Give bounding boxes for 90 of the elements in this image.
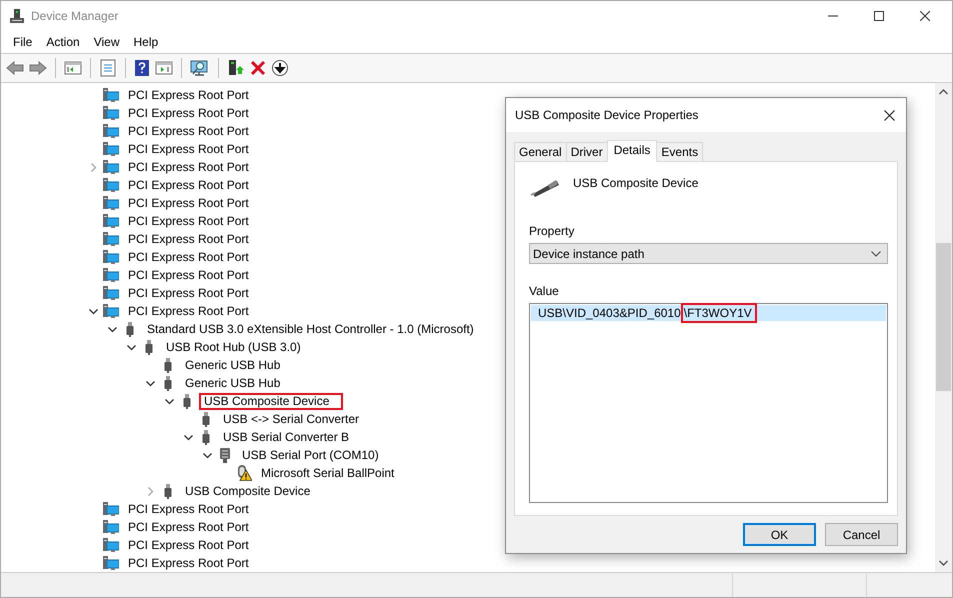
tab[interactable]: General <box>514 142 567 161</box>
tree-item[interactable]: Standard USB 3.0 eXtensible Host Controller - 1.0 (Microsoft) <box>142 320 479 338</box>
expanded-chevron-icon[interactable] <box>202 450 212 460</box>
computer-monitor-icon <box>103 556 119 570</box>
window-title: Device Manager <box>31 9 118 23</box>
tree-item[interactable]: PCI Express Root Port <box>123 302 254 320</box>
maximize-icon[interactable] <box>874 11 884 21</box>
tree-item[interactable]: PCI Express Root Port <box>123 122 254 140</box>
menu-item[interactable]: Help <box>126 33 166 51</box>
menu-item[interactable]: Action <box>39 33 87 51</box>
computer-monitor-icon <box>103 502 119 516</box>
computer-monitor-icon <box>103 214 119 228</box>
warning-mouse-icon <box>236 465 252 481</box>
vertical-scrollbar[interactable] <box>935 83 952 572</box>
tree-item[interactable]: USB Serial Converter B <box>218 428 354 446</box>
expanded-chevron-icon[interactable] <box>88 306 98 316</box>
tree-item[interactable]: Generic USB Hub <box>180 374 286 392</box>
dialog-button[interactable]: Cancel <box>825 523 898 546</box>
tab[interactable]: Details <box>606 140 658 162</box>
tree-item[interactable]: PCI Express Root Port <box>123 86 254 104</box>
tree-item[interactable]: PCI Express Root Port <box>123 248 254 266</box>
tree-item[interactable]: PCI Express Root Port <box>123 194 254 212</box>
tree-item[interactable]: PCI Express Root Port <box>123 158 254 176</box>
tree-item[interactable]: PCI Express Root Port <box>123 554 254 572</box>
tree-item[interactable]: PCI Express Root Port <box>123 176 254 194</box>
computer-monitor-icon <box>103 160 119 174</box>
disable-device-icon[interactable] <box>271 59 289 77</box>
tree-item[interactable]: USB Root Hub (USB 3.0) <box>161 338 306 356</box>
computer-monitor-icon <box>103 88 119 102</box>
computer-monitor-icon <box>103 142 119 156</box>
expanded-chevron-icon[interactable] <box>164 396 174 406</box>
update-driver-icon[interactable] <box>227 59 245 77</box>
tree-item[interactable]: PCI Express Root Port <box>123 140 254 158</box>
device-manager-icon <box>9 8 25 24</box>
computer-monitor-icon <box>103 196 119 210</box>
tree-item[interactable]: USB Serial Port (COM10) <box>237 446 384 464</box>
value-row[interactable]: USB\VID_0403&PID_6010 \FT3WOY1V <box>531 305 886 321</box>
menu-item[interactable]: File <box>6 33 40 51</box>
device-name: USB Composite Device <box>573 176 698 190</box>
back-arrow-icon[interactable] <box>6 60 24 76</box>
dialog-button[interactable]: OK <box>743 523 816 546</box>
tree-item[interactable]: PCI Express Root Port <box>123 212 254 230</box>
expanded-chevron-icon[interactable] <box>126 342 136 352</box>
scroll-down-icon[interactable] <box>939 560 948 566</box>
tree-item[interactable]: USB Composite Device <box>180 482 316 500</box>
scrollbar-thumb[interactable] <box>936 243 951 391</box>
property-dropdown[interactable]: Device instance path <box>529 243 888 264</box>
computer-monitor-icon <box>103 178 119 192</box>
tree-item[interactable]: PCI Express Root Port <box>123 230 254 248</box>
tree-item[interactable]: Generic USB Hub <box>180 356 286 374</box>
computer-monitor-icon <box>103 250 119 264</box>
tree-item[interactable]: Microsoft Serial BallPoint <box>256 464 400 482</box>
computer-monitor-icon <box>103 538 119 552</box>
computer-monitor-icon <box>103 268 119 282</box>
computer-monitor-icon <box>103 304 119 318</box>
computer-monitor-icon <box>103 286 119 300</box>
expanded-chevron-icon[interactable] <box>146 378 154 388</box>
tree-item[interactable]: USB Composite Device <box>199 392 344 410</box>
caret-icon <box>871 250 881 256</box>
computer-monitor-icon <box>103 106 119 120</box>
tab[interactable]: Events <box>656 142 704 161</box>
serial-port-icon <box>217 448 233 462</box>
tree-item[interactable]: USB <-> Serial Converter <box>218 410 364 428</box>
computer-monitor-icon <box>103 124 119 138</box>
monitor-magnifier-icon[interactable] <box>190 59 210 77</box>
expanded-chevron-icon[interactable] <box>108 324 116 334</box>
expanded-chevron-icon[interactable] <box>184 432 192 442</box>
value-text: USB\VID_0403&PID_6010 <box>538 306 681 320</box>
action-pane-icon[interactable] <box>155 60 173 76</box>
field-label: Value <box>529 284 560 298</box>
menu-item[interactable]: View <box>86 33 126 51</box>
tree-item[interactable]: PCI Express Root Port <box>123 518 254 536</box>
close-icon[interactable] <box>920 11 930 21</box>
dialog-title: USB Composite Device Properties <box>515 108 698 122</box>
tree-item[interactable]: PCI Express Root Port <box>123 500 254 518</box>
highlighted-value-text: \FT3WOY1V <box>680 303 757 323</box>
forward-arrow-icon[interactable] <box>29 60 47 76</box>
console-tree-icon[interactable] <box>64 60 82 76</box>
help-icon[interactable] <box>134 59 150 77</box>
computer-monitor-icon <box>103 232 119 246</box>
tree-item[interactable]: PCI Express Root Port <box>123 104 254 122</box>
computer-monitor-icon <box>103 520 119 534</box>
field-label: Property <box>529 224 576 238</box>
uninstall-x-icon[interactable] <box>250 60 266 76</box>
tree-item[interactable]: PCI Express Root Port <box>123 284 254 302</box>
scroll-up-icon[interactable] <box>939 89 948 95</box>
properties-icon[interactable] <box>99 59 117 77</box>
tree-item[interactable]: PCI Express Root Port <box>123 536 254 554</box>
tree-item[interactable]: PCI Express Root Port <box>123 266 254 284</box>
close-icon[interactable] <box>884 110 895 120</box>
